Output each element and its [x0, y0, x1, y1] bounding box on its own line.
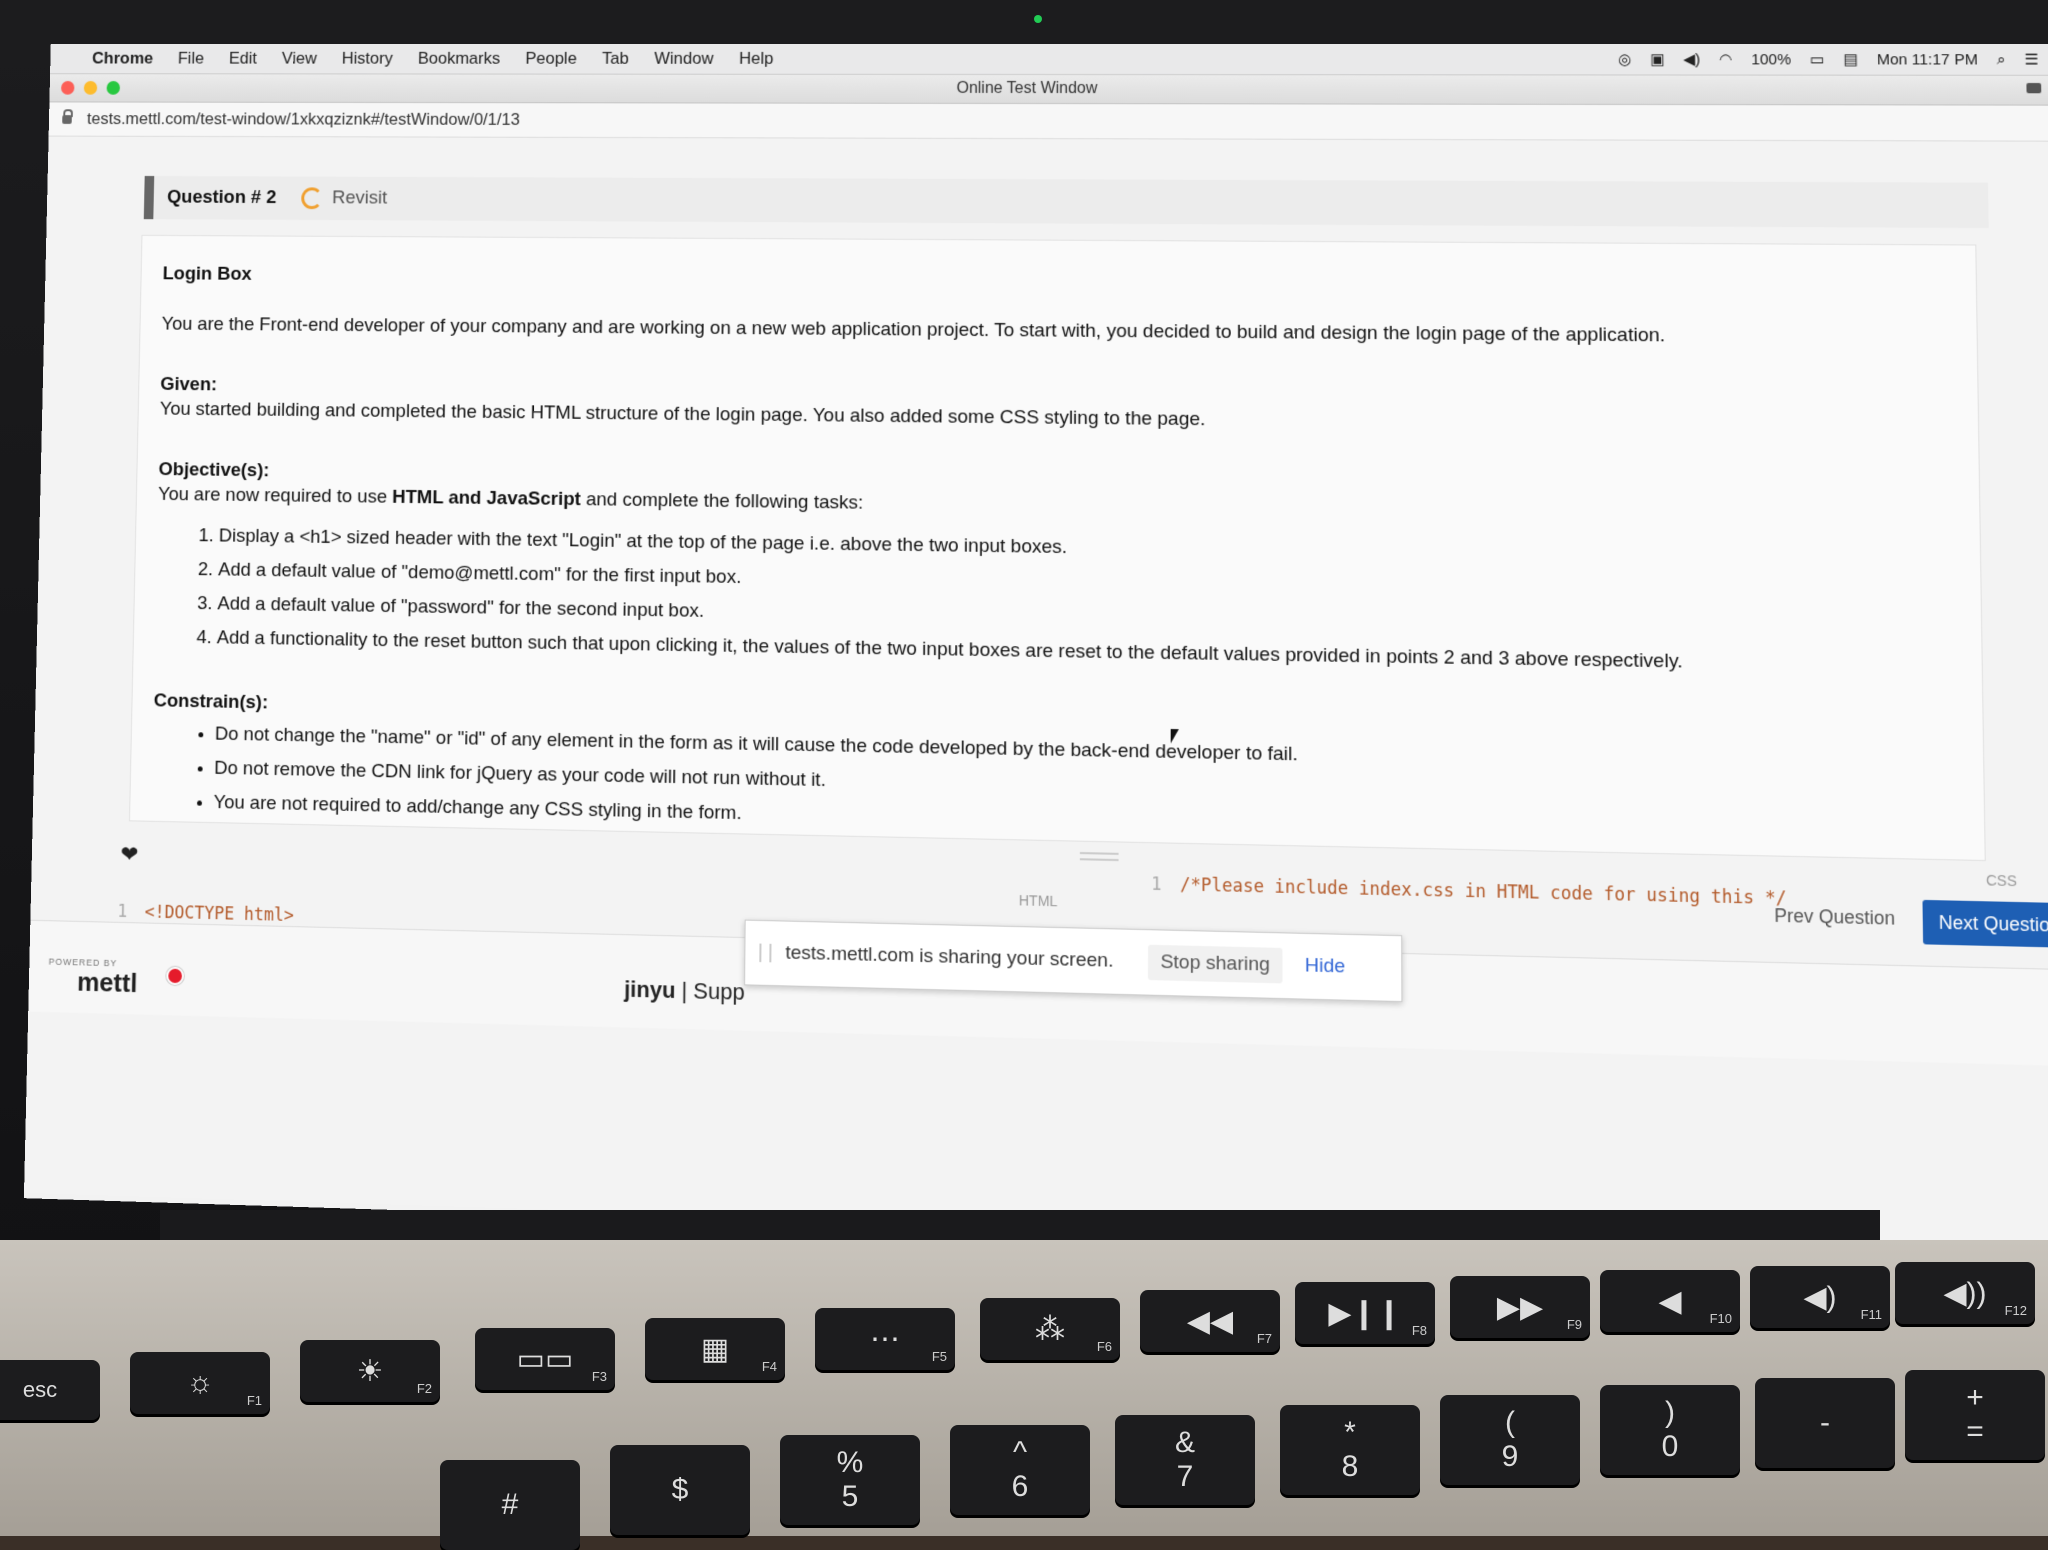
- window-controls: [61, 81, 120, 95]
- zoom-window-button[interactable]: [106, 81, 120, 95]
- menu-tab[interactable]: Tab: [602, 49, 629, 69]
- key-3: #: [440, 1460, 580, 1550]
- f12-key: ◀)) F12: [1895, 1262, 2035, 1324]
- keyboard: esc ☼ F1 ☀ F2 ▭▭ F3 ▦ F4 ⋯ F5 ⁂ F6 ◀◀ F7 ▶❙❙ F8 …: [0, 1240, 2048, 1536]
- candidate-name: jinyu: [624, 976, 675, 1003]
- next-question-button[interactable]: Next Question: [1922, 900, 2048, 948]
- f10-key: ◀ F10: [1600, 1270, 1740, 1332]
- laptop-bezel: Chrome File Edit View History Bookmarks …: [0, 0, 2048, 1300]
- f4-key: ▦ F4: [645, 1318, 785, 1380]
- css-editor-line[interactable]: 1/*Please include index.css in HTML code…: [1151, 874, 1786, 909]
- menu-bookmarks[interactable]: Bookmarks: [418, 49, 501, 69]
- screen-share-notification: tests.mettl.com is sharing your screen. …: [744, 920, 1402, 1003]
- volume-icon[interactable]: ◀): [1683, 50, 1700, 68]
- candidate-info: jinyu | Supp: [624, 976, 745, 1006]
- question-intro: You are the Front-end developer of your …: [161, 311, 1953, 353]
- key-6: ^ 6: [950, 1425, 1090, 1515]
- f6-key: ⁂ F6: [980, 1298, 1120, 1360]
- f11-key: ◀) F11: [1750, 1266, 1890, 1328]
- spotlight-search-icon[interactable]: ⌕: [1997, 51, 2006, 68]
- task-list: Display a <h1> sized header with the tex…: [155, 519, 1959, 685]
- battery-icon[interactable]: ▭: [1810, 50, 1825, 68]
- test-content: Question # 2 Revisit Login Box You are t…: [24, 137, 2048, 1259]
- window-title: Online Test Window: [956, 80, 1097, 98]
- css-editor-tab[interactable]: CSS: [1986, 872, 2017, 890]
- lock-icon: [62, 115, 72, 124]
- address-bar[interactable]: tests.mettl.com/test-window/1xkxqziznk#/…: [49, 102, 2048, 141]
- screen: Chrome File Edit View History Bookmarks …: [24, 44, 2048, 1264]
- menu-edit[interactable]: Edit: [229, 49, 257, 69]
- minimize-window-button[interactable]: [84, 81, 98, 95]
- key-7: & 7: [1115, 1415, 1255, 1505]
- question-number: Question # 2: [167, 187, 277, 209]
- share-message: tests.mettl.com is sharing your screen.: [785, 942, 1113, 973]
- video-icon[interactable]: ▣: [1650, 50, 1665, 68]
- hide-share-button[interactable]: Hide: [1305, 955, 1345, 979]
- mac-menubar: Chrome File Edit View History Bookmarks …: [50, 44, 2048, 76]
- esc-key: esc: [0, 1360, 100, 1420]
- menu-help[interactable]: Help: [739, 49, 774, 69]
- camera-icon: [2026, 83, 2041, 93]
- question-header: Question # 2 Revisit: [144, 176, 1989, 228]
- f9-key: ▶▶ F9: [1450, 1276, 1590, 1338]
- stop-sharing-button[interactable]: Stop sharing: [1148, 945, 1282, 984]
- flag-icon[interactable]: ▤: [1843, 50, 1858, 68]
- wifi-icon[interactable]: ◠: [1719, 50, 1733, 68]
- skype-icon[interactable]: ◎: [1618, 50, 1632, 68]
- mettl-logo: POWERED BY mettl: [48, 951, 138, 999]
- f5-key: ⋯ F5: [815, 1308, 955, 1370]
- notification-center-icon[interactable]: ☰: [2024, 50, 2038, 68]
- key-equals: + =: [1905, 1370, 2045, 1460]
- revisit-label: Revisit: [332, 187, 387, 209]
- camera-indicator: [1034, 15, 1042, 23]
- key-minus: -: [1755, 1378, 1895, 1468]
- f8-key: ▶❙❙ F8: [1295, 1282, 1435, 1344]
- url-text[interactable]: tests.mettl.com/test-window/1xkxqziznk#/…: [87, 109, 520, 130]
- f3-key: ▭▭ F3: [475, 1328, 615, 1390]
- key-8: * 8: [1280, 1405, 1420, 1495]
- key-0: ) 0: [1600, 1385, 1740, 1475]
- menu-history[interactable]: History: [342, 49, 393, 69]
- test-footer: POWERED BY mettl jinyu | Supp tests.mett…: [28, 920, 2048, 1067]
- key-9: (9: [1440, 1395, 1580, 1485]
- prev-question-button[interactable]: Prev Question: [1774, 905, 1895, 930]
- revisit-icon: [301, 187, 323, 209]
- f1-key: ☼ F1: [130, 1352, 270, 1414]
- menu-file[interactable]: File: [178, 49, 205, 69]
- drag-handle-icon[interactable]: [759, 944, 771, 963]
- close-window-button[interactable]: [61, 81, 75, 95]
- f7-key: ◀◀ F7: [1140, 1290, 1280, 1352]
- panel-resize-handle[interactable]: [1080, 852, 1119, 861]
- question-body: Login Box You are the Front-end develope…: [129, 235, 1986, 861]
- heart-icon[interactable]: ❤: [120, 841, 138, 868]
- menu-window[interactable]: Window: [654, 49, 713, 69]
- question-title: Login Box: [162, 263, 1952, 297]
- mouse-cursor-icon: [1171, 729, 1179, 744]
- menubar-status: ◎ ▣ ◀) ◠ 100% ▭ ▤ Mon 11:17 PM ⌕ ☰: [1618, 50, 2039, 69]
- menu-view[interactable]: View: [282, 49, 317, 69]
- menu-people[interactable]: People: [525, 49, 577, 69]
- html-editor-tab[interactable]: HTML: [1019, 892, 1058, 909]
- key-4: $: [610, 1445, 750, 1535]
- support-link[interactable]: Supp: [693, 978, 745, 1005]
- f2-key: ☀ F2: [300, 1340, 440, 1402]
- battery-percent[interactable]: 100%: [1751, 51, 1791, 68]
- menu-app-name[interactable]: Chrome: [92, 49, 153, 69]
- key-5: % 5: [780, 1435, 920, 1525]
- menubar-clock[interactable]: Mon 11:17 PM: [1877, 51, 1978, 68]
- revisit-toggle[interactable]: Revisit: [301, 187, 387, 209]
- recording-indicator: [166, 967, 184, 986]
- window-titlebar: Online Test Window: [49, 74, 2048, 105]
